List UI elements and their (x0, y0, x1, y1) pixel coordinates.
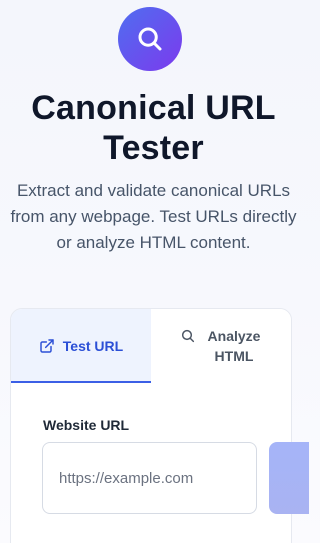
website-url-label: Website URL (43, 417, 130, 433)
page-title: Canonical URL Tester (31, 89, 276, 167)
external-link-icon (40, 338, 54, 353)
tab-test-url-label: Test URL (62, 337, 124, 354)
tab-test-url[interactable]: Test URL (11, 309, 151, 383)
website-url-input[interactable] (42, 442, 257, 514)
mode-tabs: Test URL Analyze HTML (11, 309, 291, 383)
tab-analyze-html-label: Analyze HTML (207, 327, 261, 364)
search-icon (138, 27, 162, 51)
app-logo (118, 7, 182, 71)
search-icon (181, 329, 195, 342)
page-subtitle: Extract and validate canonical URLs from… (10, 181, 297, 252)
tab-analyze-html[interactable]: Analyze HTML (151, 309, 291, 382)
test-url-button[interactable] (269, 442, 309, 514)
